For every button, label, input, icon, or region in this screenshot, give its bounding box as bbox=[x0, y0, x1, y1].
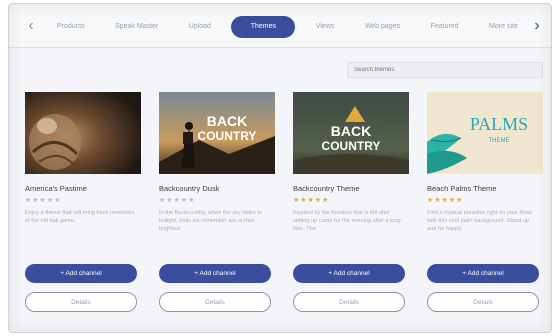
details-button[interactable]: Details bbox=[293, 292, 405, 312]
tab-bar: ‹ Products Speak Master Upload Themes Vi… bbox=[9, 4, 551, 48]
tab-more-site[interactable]: More site bbox=[479, 16, 527, 38]
details-button[interactable]: Details bbox=[427, 292, 539, 312]
rating-stars: ★★★★★ bbox=[293, 197, 330, 204]
theme-card[interactable]: BACK COUNTRY Backcountry Dusk ★★★★★ In t… bbox=[159, 92, 275, 324]
chevron-right-icon[interactable]: › bbox=[527, 16, 547, 36]
theme-description: Inspired by the freedom that is felt aft… bbox=[293, 210, 401, 232]
tab-products[interactable]: Products bbox=[47, 16, 95, 38]
theme-thumbnail[interactable]: PALMS THEME bbox=[427, 92, 543, 174]
theme-thumbnail[interactable]: BACK COUNTRY bbox=[293, 92, 409, 174]
tab-featured[interactable]: Featured bbox=[421, 16, 469, 38]
theme-description: Find a tropical paradise right on your R… bbox=[427, 210, 533, 232]
app-window: ‹ Products Speak Master Upload Themes Vi… bbox=[8, 3, 552, 333]
tab-list: Products Speak Master Upload Themes View… bbox=[47, 16, 527, 38]
theme-card[interactable]: PALMS THEME Beach Palms Theme ★★★★★ Find… bbox=[427, 92, 543, 324]
thumb-text-line1: BACK bbox=[331, 123, 371, 139]
hiker-dusk-image: BACK COUNTRY bbox=[159, 92, 275, 174]
add-channel-button[interactable]: + Add channel bbox=[427, 264, 539, 283]
palm-leaves-image: PALMS THEME bbox=[427, 92, 543, 174]
camp-tent-image: BACK COUNTRY bbox=[293, 92, 409, 174]
theme-card[interactable]: BACK COUNTRY Backcountry Theme ★★★★★ Ins… bbox=[293, 92, 409, 324]
tab-web-pages[interactable]: Web pages bbox=[355, 16, 410, 38]
theme-title: America's Pastime bbox=[25, 184, 87, 193]
theme-grid: America's Pastime ★★★★★ Enjoy a theme th… bbox=[25, 92, 545, 328]
thumb-text-line2: COUNTRY bbox=[322, 139, 381, 153]
tab-upload[interactable]: Upload bbox=[179, 16, 221, 38]
add-channel-button[interactable]: + Add channel bbox=[25, 264, 137, 283]
baseball-glove-image bbox=[25, 92, 141, 174]
rating-stars: ★★★★★ bbox=[25, 197, 62, 204]
theme-title: Backcountry Theme bbox=[293, 184, 360, 193]
theme-title: Beach Palms Theme bbox=[427, 184, 497, 193]
add-channel-button[interactable]: + Add channel bbox=[293, 264, 405, 283]
theme-title: Backcountry Dusk bbox=[159, 184, 220, 193]
add-channel-button[interactable]: + Add channel bbox=[159, 264, 271, 283]
thumb-text-line2: THEME bbox=[489, 138, 510, 144]
thumb-text-line1: PALMS bbox=[470, 114, 528, 134]
tab-speak-master[interactable]: Speak Master bbox=[105, 16, 168, 38]
rating-stars: ★★★★★ bbox=[427, 197, 464, 204]
tab-views[interactable]: Views bbox=[306, 16, 345, 38]
search-input[interactable] bbox=[347, 62, 543, 78]
thumb-text-line1: BACK bbox=[207, 113, 247, 129]
rating-stars: ★★★★★ bbox=[159, 197, 196, 204]
theme-card[interactable]: America's Pastime ★★★★★ Enjoy a theme th… bbox=[25, 92, 141, 324]
theme-thumbnail[interactable]: BACK COUNTRY bbox=[159, 92, 275, 174]
theme-description: In the Backcountry, when the sky fades t… bbox=[159, 210, 263, 232]
theme-thumbnail[interactable] bbox=[25, 92, 141, 174]
thumb-text-line2: COUNTRY bbox=[198, 129, 257, 143]
details-button[interactable]: Details bbox=[25, 292, 137, 312]
details-button[interactable]: Details bbox=[159, 292, 271, 312]
tab-themes[interactable]: Themes bbox=[231, 16, 296, 38]
chevron-left-icon[interactable]: ‹ bbox=[21, 16, 41, 36]
theme-description: Enjoy a theme that will bring back memor… bbox=[25, 210, 135, 224]
